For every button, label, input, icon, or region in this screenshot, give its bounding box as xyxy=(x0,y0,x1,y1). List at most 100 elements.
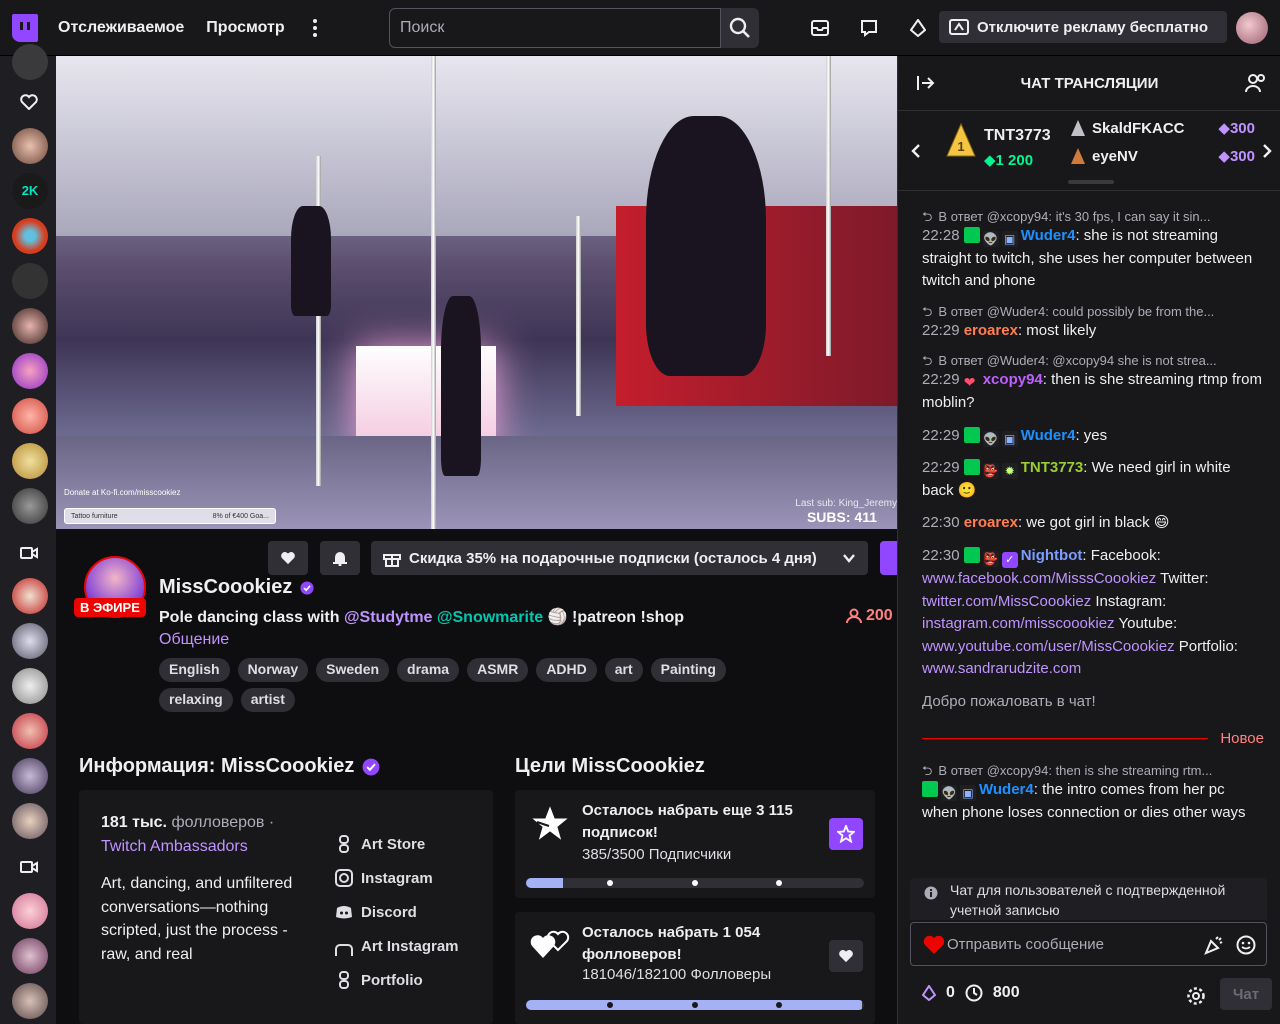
collapse-chat-icon[interactable] xyxy=(916,74,936,92)
box-badge-icon[interactable]: ▣ xyxy=(1001,231,1018,247)
mention-link[interactable]: @Snowmarite xyxy=(437,609,543,626)
chat-message[interactable]: ⮌ В ответ @Wuder4: could possibly be from… xyxy=(922,303,1264,343)
leaderboard-second[interactable]: SkaldFKACC ◆300 xyxy=(1070,119,1265,137)
chat-username[interactable]: Wuder4 xyxy=(1021,227,1076,244)
disable-ads-button[interactable]: Отключите рекламу бесплатно xyxy=(939,11,1227,43)
badge-icon[interactable] xyxy=(963,227,980,243)
tag-chip[interactable]: art xyxy=(604,658,643,682)
badge-icon[interactable] xyxy=(922,781,938,798)
channel-avatar[interactable] xyxy=(12,668,48,704)
bits-icon[interactable] xyxy=(906,16,930,40)
party-popper-icon[interactable] xyxy=(1204,935,1224,955)
chat-username[interactable]: eroarex xyxy=(964,514,1018,531)
chat-message[interactable]: ⮌ В ответ @xcopy94: then is she streaming… xyxy=(922,762,1264,824)
chat-username[interactable]: TNT3773 xyxy=(1021,459,1084,476)
badge-icon[interactable] xyxy=(963,426,980,443)
collapse-sidebar-icon[interactable] xyxy=(12,44,48,80)
chevron-right-icon[interactable] xyxy=(1261,143,1273,159)
subscribe-goal-button[interactable] xyxy=(829,818,863,850)
reply-context[interactable]: ⮌ В ответ @xcopy94: then is she streaming… xyxy=(922,762,1264,779)
channel-avatar[interactable] xyxy=(12,713,48,749)
bits-balance[interactable]: 0 xyxy=(946,984,955,1002)
search-input[interactable] xyxy=(389,8,721,48)
box-badge-icon[interactable]: ▣ xyxy=(1001,430,1018,447)
tag-chip[interactable]: relaxing xyxy=(159,688,233,712)
chat-link[interactable]: twitter.com/MissCoookiez xyxy=(922,593,1091,610)
channel-avatar[interactable] xyxy=(12,488,48,524)
chat-link[interactable]: www.youtube.com/user/MissCoookiez xyxy=(922,638,1175,655)
chat-message[interactable]: 22:29 👺 ✹ TNT3773: We need girl in white b… xyxy=(922,457,1264,502)
category-link[interactable]: Общение xyxy=(159,631,229,649)
social-link-discord[interactable]: Discord xyxy=(335,902,485,924)
tag-chip[interactable]: Sweden xyxy=(316,658,390,682)
chat-send-button[interactable]: Чат xyxy=(1220,978,1272,1010)
chat-username[interactable]: Wuder4 xyxy=(1021,427,1076,444)
chat-username[interactable]: eroarex xyxy=(964,322,1018,339)
chat-username[interactable]: Wuder4 xyxy=(979,781,1034,798)
channel-avatar[interactable] xyxy=(12,893,48,929)
leaderboard-handle[interactable] xyxy=(1068,180,1114,184)
channel-avatar[interactable] xyxy=(12,623,48,659)
team-link[interactable]: Twitch Ambassadors xyxy=(101,838,248,856)
emote-picker-icon[interactable] xyxy=(1236,935,1256,955)
tag-chip[interactable]: English xyxy=(159,658,230,682)
tag-chip[interactable]: artist xyxy=(240,688,295,712)
heart-badge-icon[interactable] xyxy=(923,935,945,955)
channel-avatar[interactable] xyxy=(12,938,48,974)
follow-button[interactable] xyxy=(268,541,308,575)
tag-chip[interactable]: ADHD xyxy=(536,658,597,682)
gear-icon[interactable] xyxy=(1186,986,1206,1006)
channel-avatar[interactable] xyxy=(12,803,48,839)
chat-link[interactable]: instagram.com/misscoookiez xyxy=(922,615,1115,632)
channel-name[interactable]: MissCoookiez xyxy=(159,576,314,599)
chat-link[interactable]: www.sandrarudzite.com xyxy=(922,660,1081,677)
emote-icon[interactable]: 😄 xyxy=(1154,514,1170,531)
social-link-art-instagram[interactable]: Art Instagram xyxy=(335,936,485,958)
tag-chip[interactable]: drama xyxy=(397,658,460,682)
social-link-portfolio[interactable]: Portfolio xyxy=(335,970,485,992)
chat-message[interactable]: 22:30 👺 ✓ Nightbot: Facebook: www.facebook… xyxy=(922,545,1264,681)
chat-username[interactable]: xcopy94 xyxy=(983,371,1043,388)
chat-message[interactable]: 22:30 eroarex: we got girl in black 😄 xyxy=(922,512,1264,535)
leaderboard-first[interactable]: 1 TNT3773 ◆1 200 xyxy=(946,122,1051,169)
channel-avatar[interactable]: 2K xyxy=(12,173,48,209)
social-link-instagram[interactable]: Instagram xyxy=(335,868,485,890)
tag-chip[interactable]: ASMR xyxy=(467,658,529,682)
follow-goal-button[interactable] xyxy=(829,940,863,972)
channel-avatar[interactable] xyxy=(12,128,48,164)
channel-avatar[interactable] xyxy=(12,578,48,614)
channel-avatar[interactable] xyxy=(12,353,48,389)
reply-context[interactable]: ⮌ В ответ @xcopy94: it's 30 fps, I can sa… xyxy=(922,208,1264,225)
gear-badge-icon[interactable]: ✹ xyxy=(1001,463,1018,480)
search-button[interactable] xyxy=(721,8,759,48)
video-player[interactable]: Donate at Ko-fi.com/misscookiez Tattoo f… xyxy=(56,56,897,529)
alien-badge-icon[interactable]: 👽 xyxy=(941,785,957,802)
chat-message[interactable]: ⮌ В ответ @xcopy94: it's 30 fps, I can sa… xyxy=(922,208,1264,293)
channel-avatar[interactable] xyxy=(12,263,48,299)
verified-bot-badge-icon[interactable]: ✓ xyxy=(1001,551,1018,568)
subscribe-button[interactable] xyxy=(880,541,897,575)
gift-subs-button[interactable]: Скидка 35% на подарочные подписки (остал… xyxy=(371,541,868,575)
channel-avatar[interactable] xyxy=(12,443,48,479)
box-badge-icon[interactable]: ▣ xyxy=(960,785,976,802)
community-icon[interactable] xyxy=(1245,73,1267,93)
emote-icon[interactable]: 🙂 xyxy=(958,482,977,499)
badge-icon[interactable] xyxy=(963,459,980,476)
chat-username[interactable]: Nightbot xyxy=(1021,547,1083,564)
social-link-art-store[interactable]: Art Store xyxy=(335,834,485,856)
channel-avatar[interactable] xyxy=(12,398,48,434)
alien-badge-icon[interactable]: 👺 xyxy=(982,550,999,567)
heart-badge-icon[interactable]: ❤ xyxy=(964,374,980,390)
channel-points-balance[interactable]: 800 xyxy=(993,984,1020,1002)
inbox-icon[interactable] xyxy=(808,16,832,40)
chat-message[interactable]: ⮌ В ответ @Wuder4: @xcopy94 she is not st… xyxy=(922,352,1264,414)
channel-avatar[interactable] xyxy=(12,308,48,344)
chevron-left-icon[interactable] xyxy=(910,143,922,159)
twitch-logo-icon[interactable] xyxy=(12,13,38,42)
user-avatar[interactable] xyxy=(1236,12,1268,44)
channel-avatar[interactable] xyxy=(12,758,48,794)
chat-input[interactable]: Отправить сообщение xyxy=(910,922,1267,966)
channel-avatar[interactable] xyxy=(12,218,48,254)
reply-context[interactable]: ⮌ В ответ @Wuder4: could possibly be from… xyxy=(922,303,1264,320)
chat-message[interactable]: 22:29 👽 ▣ Wuder4: yes xyxy=(922,425,1264,448)
